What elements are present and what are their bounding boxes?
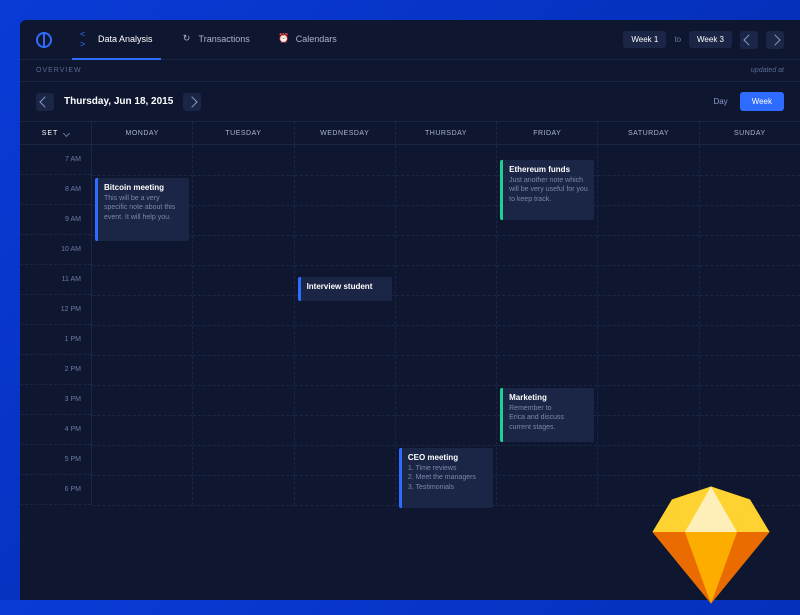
calendar-event[interactable]: Ethereum funds Just another note which wi…: [500, 160, 594, 220]
calendar-event[interactable]: Bitcoin meeting This will be a very speci…: [95, 178, 189, 241]
event-note: Just another note which will be very use…: [509, 176, 588, 204]
calendar-event[interactable]: Marketing Remember to Erica and discuss c…: [500, 388, 594, 442]
day-header: SUNDAY: [700, 122, 800, 144]
time-label: 9 AM: [20, 205, 91, 235]
clock-icon: ⏰: [278, 33, 290, 45]
time-column: 7 AM8 AM9 AM10 AM11 AM12 PM1 PM2 PM3 PM4…: [20, 145, 92, 505]
range-prev-button[interactable]: [740, 31, 758, 49]
time-label: 11 AM: [20, 265, 91, 295]
week-range: Week 1 to Week 3: [623, 31, 784, 49]
day-header: TUESDAY: [193, 122, 294, 144]
time-label: 5 PM: [20, 445, 91, 475]
date-nav: Thursday, Jun 18, 2015: [36, 93, 201, 111]
day-header: FRIDAY: [497, 122, 598, 144]
nav-calendars[interactable]: ⏰ Calendars: [278, 33, 337, 47]
event-title: Ethereum funds: [509, 165, 588, 174]
day-column: [700, 145, 800, 505]
navbar: < > Data Analysis ↻ Transactions ⏰ Calen…: [20, 20, 800, 60]
day-column: Bitcoin meeting This will be a very speci…: [92, 145, 193, 505]
chevron-right-icon: [769, 34, 780, 45]
chevron-right-icon: [187, 96, 198, 107]
calendar-event[interactable]: CEO meeting 1. Time reviews 2. Meet the m…: [399, 448, 493, 508]
event-note: 1. Time reviews 2. Meet the managers 3. …: [408, 464, 487, 492]
set-label: SET: [42, 130, 59, 137]
nav-items: < > Data Analysis ↻ Transactions ⏰ Calen…: [80, 33, 623, 47]
sketch-icon: [646, 480, 776, 610]
code-icon: < >: [80, 33, 92, 45]
calendar-header: SET MONDAYTUESDAYWEDNESDAYTHURSDAYFRIDAY…: [20, 121, 800, 145]
day-header: MONDAY: [92, 122, 193, 144]
time-label: 3 PM: [20, 385, 91, 415]
time-label: 10 AM: [20, 235, 91, 265]
event-note: Remember to Erica and discuss current st…: [509, 404, 588, 432]
chevron-left-icon: [743, 34, 754, 45]
event-title: Interview student: [307, 282, 386, 291]
day-column: Interview student: [295, 145, 396, 505]
datebar: Thursday, Jun 18, 2015 Day Week: [20, 82, 800, 121]
view-day-button[interactable]: Day: [701, 92, 739, 111]
overview-label: OVERVIEW: [36, 67, 82, 74]
day-header: SATURDAY: [598, 122, 699, 144]
current-date: Thursday, Jun 18, 2015: [64, 96, 173, 107]
chevron-down-icon: [63, 129, 70, 136]
days-grid: Bitcoin meeting This will be a very speci…: [92, 145, 800, 505]
day-column: [193, 145, 294, 505]
time-label: 4 PM: [20, 415, 91, 445]
event-title: Marketing: [509, 393, 588, 402]
date-prev-button[interactable]: [36, 93, 54, 111]
event-note: This will be a very specific note about …: [104, 194, 183, 222]
refresh-icon: ↻: [181, 33, 193, 45]
nav-label: Transactions: [199, 34, 250, 44]
time-label: 1 PM: [20, 325, 91, 355]
date-next-button[interactable]: [183, 93, 201, 111]
calendar-event[interactable]: Interview student: [298, 277, 392, 301]
day-headers: MONDAYTUESDAYWEDNESDAYTHURSDAYFRIDAYSATU…: [92, 122, 800, 144]
calendar-grid: 7 AM8 AM9 AM10 AM11 AM12 PM1 PM2 PM3 PM4…: [20, 145, 800, 505]
set-dropdown[interactable]: SET: [20, 122, 92, 144]
time-label: 6 PM: [20, 475, 91, 505]
time-label: 7 AM: [20, 145, 91, 175]
day-column: [598, 145, 699, 505]
subbar: OVERVIEW updated at: [20, 60, 800, 82]
day-column: CEO meeting 1. Time reviews 2. Meet the m…: [396, 145, 497, 505]
time-label: 12 PM: [20, 295, 91, 325]
day-column: Ethereum funds Just another note which wi…: [497, 145, 598, 505]
nav-transactions[interactable]: ↻ Transactions: [181, 33, 250, 47]
range-next-button[interactable]: [766, 31, 784, 49]
nav-label: Calendars: [296, 34, 337, 44]
time-label: 2 PM: [20, 355, 91, 385]
view-week-button[interactable]: Week: [740, 92, 784, 111]
range-to[interactable]: Week 3: [689, 31, 732, 48]
event-title: CEO meeting: [408, 453, 487, 462]
day-header: THURSDAY: [396, 122, 497, 144]
range-to-label: to: [674, 35, 681, 44]
range-from[interactable]: Week 1: [623, 31, 666, 48]
updated-label: updated at: [751, 67, 784, 74]
event-title: Bitcoin meeting: [104, 183, 183, 192]
time-label: 8 AM: [20, 175, 91, 205]
day-header: WEDNESDAY: [295, 122, 396, 144]
nav-label: Data Analysis: [98, 34, 153, 44]
view-toggle: Day Week: [701, 92, 784, 111]
chevron-left-icon: [39, 96, 50, 107]
nav-data-analysis[interactable]: < > Data Analysis: [80, 33, 153, 47]
logo: [36, 32, 52, 48]
